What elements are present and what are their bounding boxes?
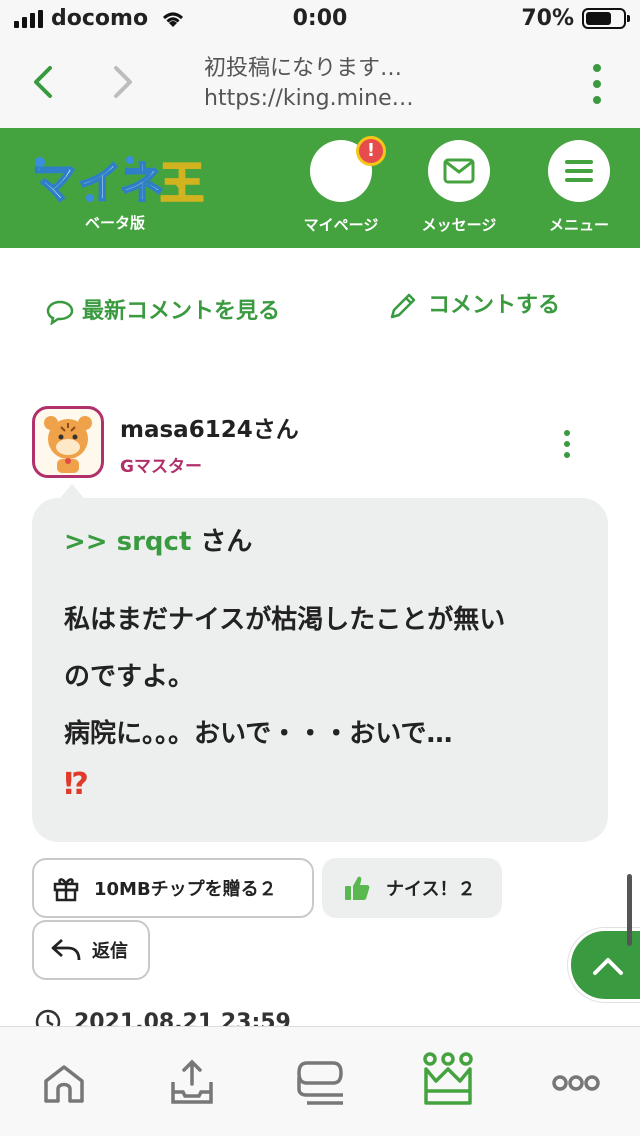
scrollbar[interactable] xyxy=(627,874,632,946)
bottom-tab-bar xyxy=(0,1026,640,1136)
message-button[interactable]: メッセージ xyxy=(414,140,504,235)
comment-header: masa6124さん Gマスター xyxy=(32,406,612,486)
latest-comments-label: 最新コメントを見る xyxy=(82,299,281,324)
comment-line: 私はまだナイスが枯渇したことが無い xyxy=(64,605,506,635)
page-title: 初投稿になります… xyxy=(204,56,403,81)
comment-bubble: >> srqct さん 私はまだナイスが枯渇したことが無い のですよ。 病院に。… xyxy=(32,484,608,842)
user-rank: Gマスター xyxy=(120,457,202,477)
battery-icon xyxy=(582,8,630,29)
reply-target: >> srqct さん xyxy=(64,522,576,562)
menu-label: メニュー xyxy=(548,216,609,234)
reply-button[interactable]: 返信 xyxy=(32,920,150,980)
status-bar: docomo 0:00 70% xyxy=(0,0,640,40)
comment-line: 病院に。。。おいで・・・おいで… xyxy=(64,719,453,749)
crown-icon[interactable] xyxy=(418,1049,478,1109)
back-arrow-icon[interactable] xyxy=(24,60,64,104)
battery-group: 70% xyxy=(521,6,630,31)
comment-menu-icon[interactable] xyxy=(564,430,572,458)
avatar: ! xyxy=(310,136,386,202)
address-bar[interactable]: 初投稿になります… https://king.mine… xyxy=(204,54,564,114)
alert-badge: ! xyxy=(356,136,386,166)
user-avatar[interactable] xyxy=(32,406,104,478)
page-url: https://king.mine… xyxy=(204,86,414,111)
gift-chip-button[interactable]: 10MBチップを贈る２ xyxy=(32,858,314,918)
site-logo[interactable]: マ イ ネ 王 ベータ版 xyxy=(30,148,205,238)
tiger-avatar-icon xyxy=(44,416,92,473)
site-header: マ イ ネ 王 ベータ版 ! マイページ メッセージ メニュー xyxy=(0,128,640,248)
battery-percent: 70% xyxy=(521,6,574,31)
comment-line: のですよ。 xyxy=(64,662,195,692)
mypage-label: マイページ xyxy=(303,216,379,234)
browser-toolbar: 初投稿になります… https://king.mine… xyxy=(0,40,640,128)
forward-arrow-icon[interactable] xyxy=(102,60,142,104)
pencil-icon xyxy=(390,293,416,319)
home-icon[interactable] xyxy=(34,1053,94,1113)
hamburger-icon xyxy=(548,140,610,202)
more-dots-icon[interactable] xyxy=(546,1053,606,1113)
svg-text:イ: イ xyxy=(78,158,122,209)
logo-mark: マ イ ネ 王 xyxy=(31,156,205,210)
gift-icon xyxy=(53,878,79,902)
envelope-icon xyxy=(428,140,490,202)
menu-button[interactable]: メニュー xyxy=(534,140,624,235)
reply-arrow-icon xyxy=(51,938,81,961)
gift-chip-label: 10MBチップを贈る２ xyxy=(94,879,277,900)
username[interactable]: masa6124さん xyxy=(120,410,299,444)
nice-label: ナイス！２ xyxy=(386,879,476,900)
browser-menu-icon[interactable] xyxy=(592,64,602,104)
beta-badge: ベータ版 xyxy=(84,214,145,232)
svg-text:ネ: ネ xyxy=(120,158,164,209)
message-label: メッセージ xyxy=(421,216,497,234)
chat-icon[interactable] xyxy=(290,1053,350,1113)
reply-target-link[interactable]: >> srqct xyxy=(64,527,191,557)
write-comment-label: コメントする xyxy=(428,293,561,318)
thumbs-up-icon xyxy=(345,876,370,900)
write-comment-link[interactable]: コメントする xyxy=(388,288,560,324)
reply-label: 返信 xyxy=(92,941,128,962)
upload-tray-icon[interactable] xyxy=(162,1053,222,1113)
exclamation-question-emoji: ⁉ xyxy=(64,767,89,802)
speech-bubble-icon xyxy=(46,300,74,325)
latest-comments-link[interactable]: 最新コメントを見る xyxy=(46,288,296,336)
comment-body: 私はまだナイスが枯渇したことが無い のですよ。 病院に。。。おいで・・・おいで… xyxy=(64,592,576,763)
chevron-up-icon xyxy=(593,958,623,975)
nice-button[interactable]: ナイス！２ xyxy=(322,858,502,918)
mypage-button[interactable]: ! マイページ xyxy=(296,136,386,235)
reply-target-suffix: さん xyxy=(191,527,253,557)
comment-actions: 最新コメントを見る コメントする xyxy=(0,276,640,376)
